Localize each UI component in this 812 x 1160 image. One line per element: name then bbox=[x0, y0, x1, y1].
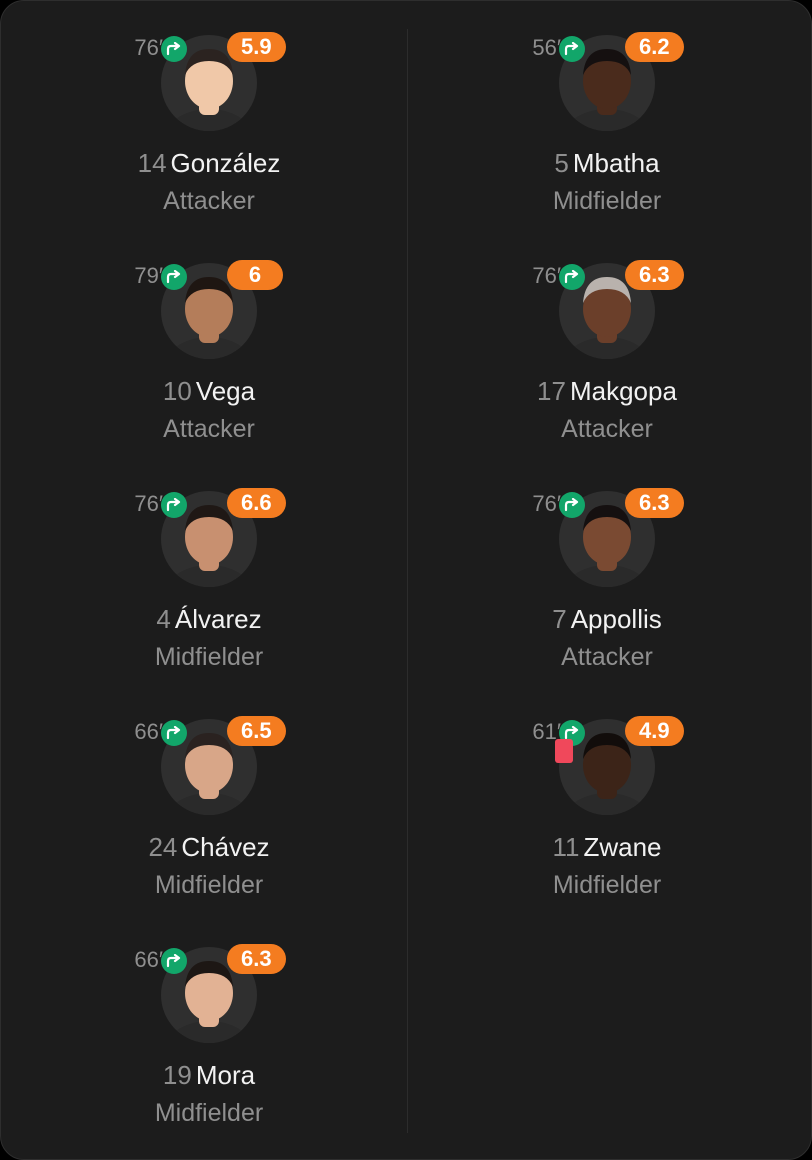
substitution-minute: 76′ bbox=[134, 491, 163, 516]
player-entry-álvarez[interactable]: 76′ 6.6 4 Álvarez Midfielder bbox=[9, 457, 409, 685]
player-entry-makgopa[interactable]: 76′ 6.3 17 Makgopa Attacker bbox=[407, 229, 807, 457]
player-name-line: 4 Álvarez bbox=[9, 601, 409, 637]
player-name: González bbox=[170, 148, 281, 178]
substitution-arrow-icon bbox=[161, 492, 187, 518]
shirt-number: 10 bbox=[162, 376, 192, 406]
shirt-number: 14 bbox=[137, 148, 167, 178]
shirt-number: 7 bbox=[552, 604, 567, 634]
player-name: Chávez bbox=[181, 832, 270, 862]
player-entry-vega[interactable]: 79′ 6 10 Vega Attacker bbox=[9, 229, 409, 457]
player-rating-badge: 6.2 bbox=[625, 32, 684, 62]
shirt-number: 17 bbox=[537, 376, 566, 406]
player-rating-badge: 5.9 bbox=[227, 32, 286, 62]
player-name-line: 11 Zwane bbox=[407, 829, 807, 865]
player-name: Makgopa bbox=[569, 376, 677, 406]
player-name-line: 10 Vega bbox=[9, 373, 409, 409]
player-name-line: 17 Makgopa bbox=[407, 373, 807, 409]
player-rating-badge: 6 bbox=[227, 260, 283, 290]
shirt-number: 19 bbox=[162, 1060, 192, 1090]
player-name: Mora bbox=[195, 1060, 256, 1090]
red-card-icon bbox=[555, 739, 573, 763]
player-entry-gonzález[interactable]: 76′ 5.9 14 González Attacker bbox=[9, 1, 409, 229]
player-position: Midfielder bbox=[552, 871, 662, 899]
substitution-minute: 56′ bbox=[532, 35, 561, 60]
substitution-arrow-icon bbox=[559, 492, 585, 518]
player-position: Midfielder bbox=[154, 643, 264, 671]
substitution-minute: 66′ bbox=[134, 719, 163, 744]
player-name-line: 19 Mora bbox=[9, 1057, 409, 1093]
player-name: Zwane bbox=[583, 832, 662, 862]
shirt-number: 24 bbox=[148, 832, 178, 862]
player-entry-appollis[interactable]: 76′ 6.3 7 Appollis Attacker bbox=[407, 457, 807, 685]
player-name: Mbatha bbox=[572, 148, 660, 178]
player-entry-zwane[interactable]: 61′ 4.9 11 Zwane Midfielder bbox=[407, 685, 807, 913]
substitution-minute: 76′ bbox=[532, 263, 561, 288]
shirt-number: 4 bbox=[156, 604, 171, 634]
player-name: Álvarez bbox=[174, 604, 262, 634]
substitution-minute: 66′ bbox=[134, 947, 163, 972]
substitution-arrow-icon bbox=[559, 264, 585, 290]
shirt-number: 5 bbox=[554, 148, 569, 178]
player-position: Attacker bbox=[163, 415, 255, 443]
player-rating-badge: 6.5 bbox=[227, 716, 286, 746]
player-name-line: 14 González bbox=[9, 145, 409, 181]
player-position: Midfielder bbox=[154, 871, 264, 899]
player-position: Midfielder bbox=[552, 187, 662, 215]
substitution-arrow-icon bbox=[161, 948, 187, 974]
player-rating-badge: 4.9 bbox=[625, 716, 684, 746]
player-rating-badge: 6.3 bbox=[625, 260, 684, 290]
player-entry-mora[interactable]: 66′ 6.3 19 Mora Midfielder bbox=[9, 913, 409, 1141]
substitution-minute: 76′ bbox=[532, 491, 561, 516]
player-name-line: 24 Chávez bbox=[9, 829, 409, 865]
player-rating-badge: 6.3 bbox=[227, 944, 286, 974]
substitution-arrow-icon bbox=[559, 36, 585, 62]
substitution-arrow-icon bbox=[161, 36, 187, 62]
player-name: Vega bbox=[195, 376, 256, 406]
player-entry-mbatha[interactable]: 56′ 6.2 5 Mbatha Midfielder bbox=[407, 1, 807, 229]
substitution-arrow-icon bbox=[161, 264, 187, 290]
player-position: Attacker bbox=[163, 187, 255, 215]
player-name-line: 5 Mbatha bbox=[407, 145, 807, 181]
shirt-number: 11 bbox=[552, 832, 580, 862]
player-rating-badge: 6.3 bbox=[625, 488, 684, 518]
player-name: Appollis bbox=[570, 604, 662, 634]
substitution-minute: 79′ bbox=[134, 263, 163, 288]
substitution-minute: 76′ bbox=[134, 35, 163, 60]
player-rating-badge: 6.6 bbox=[227, 488, 286, 518]
player-position: Midfielder bbox=[154, 1099, 264, 1127]
substitution-arrow-icon bbox=[161, 720, 187, 746]
player-name-line: 7 Appollis bbox=[407, 601, 807, 637]
lineup-card: 76′ 5.9 14 González Attacker 79′ 6 10 Ve… bbox=[0, 0, 812, 1160]
player-position: Attacker bbox=[561, 415, 653, 443]
player-position: Attacker bbox=[561, 643, 653, 671]
player-entry-chávez[interactable]: 66′ 6.5 24 Chávez Midfielder bbox=[9, 685, 409, 913]
